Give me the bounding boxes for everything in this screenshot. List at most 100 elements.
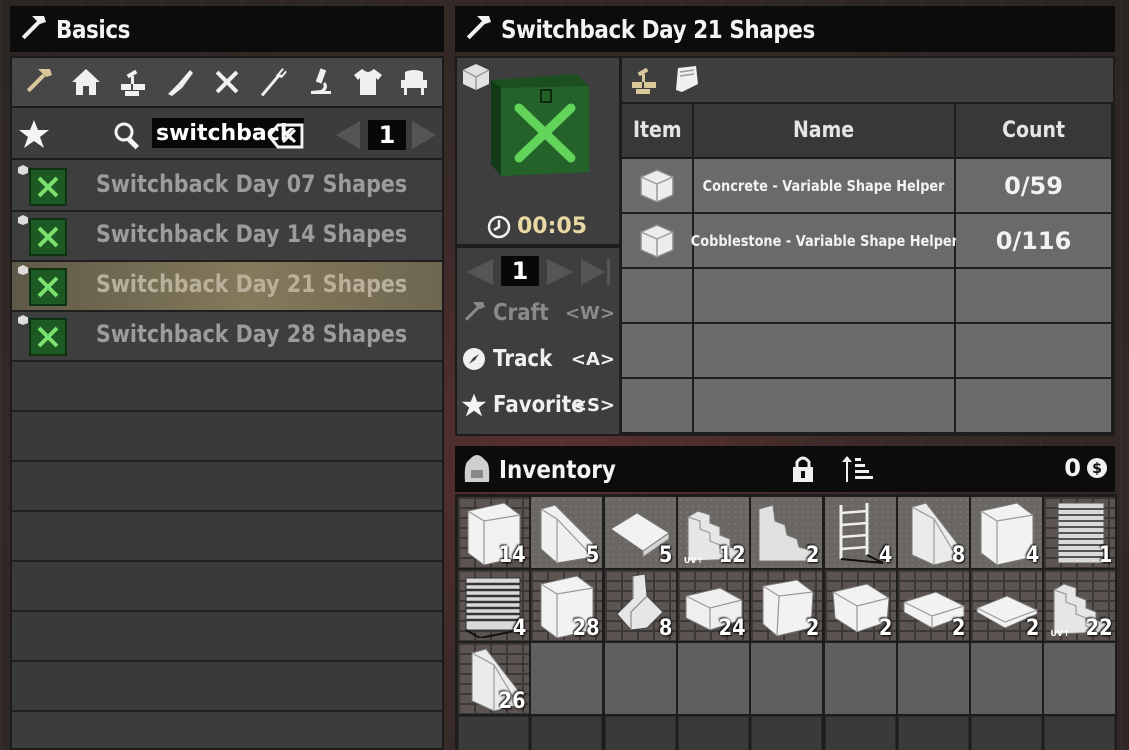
chevron-left-icon[interactable] xyxy=(465,258,495,286)
page-next-button[interactable] xyxy=(410,120,438,155)
ingredient-count: 0/59 xyxy=(1004,171,1063,200)
inventory-slot-empty[interactable] xyxy=(677,643,749,714)
inventory-slot-empty[interactable] xyxy=(531,643,603,714)
toolbelt-slot[interactable] xyxy=(677,716,749,750)
category-basics[interactable] xyxy=(19,62,59,102)
page-prev-button[interactable] xyxy=(334,120,362,155)
toolbelt-slot[interactable] xyxy=(458,716,529,750)
slot-count: 8 xyxy=(659,616,673,641)
inventory-slot[interactable]: 2 xyxy=(751,570,823,641)
recipe-label: Switchback Day 14 Shapes xyxy=(96,220,408,248)
compass-icon xyxy=(463,348,485,370)
col-count: Count xyxy=(1002,118,1065,143)
basics-header: Basics xyxy=(10,6,444,52)
coin-counter: 0 $ xyxy=(1064,454,1109,482)
craft-button[interactable]: Craft <W> xyxy=(461,294,619,332)
toolbelt-slot[interactable] xyxy=(824,716,896,750)
inventory-slot[interactable]: 5 xyxy=(531,497,603,568)
recipe-label: Switchback Day 28 Shapes xyxy=(96,320,408,348)
category-clothing[interactable] xyxy=(348,62,388,102)
quantity-value[interactable]: 1 xyxy=(501,256,539,286)
skip-to-max-icon[interactable] xyxy=(579,258,613,286)
slot-count: 4 xyxy=(1025,543,1040,568)
inventory-grid: 14 5 5 UV↑ 12 2 4 8 4 1 4 28 8 24 2 2 2 2 UV↑ 22 26 xyxy=(455,494,1117,750)
inventory-slot-empty[interactable] xyxy=(897,643,969,714)
col-name: Name xyxy=(793,118,855,143)
inventory-slot-empty[interactable] xyxy=(751,643,823,714)
inventory-slot[interactable]: 24 xyxy=(677,570,749,641)
inventory-slot-empty[interactable] xyxy=(604,643,676,714)
slot-count: 12 xyxy=(718,543,746,568)
category-food[interactable] xyxy=(254,62,294,102)
inventory-slot[interactable]: 8 xyxy=(604,570,676,641)
toolbelt-slot[interactable] xyxy=(604,716,676,750)
ingredients-table: Item Name Count Concrete - Variable Shap… xyxy=(622,104,1113,434)
craft-actions: 1 Craft <W> Track <A> Favorite <S> xyxy=(457,248,619,434)
recipe-detail-title: Switchback Day 21 Shapes xyxy=(501,14,815,44)
col-item: Item xyxy=(632,118,682,143)
toolbelt-slot[interactable] xyxy=(971,716,1043,750)
inventory-slot[interactable]: UV↑ 12 xyxy=(677,497,749,568)
category-tools[interactable] xyxy=(207,62,247,102)
inventory-slot[interactable]: 2 xyxy=(897,570,969,641)
category-bar xyxy=(12,58,442,108)
ingredient-name: Cobblestone - Variable Shape Helper xyxy=(690,231,958,250)
hammer-icon xyxy=(466,16,491,40)
cube-icon xyxy=(640,168,674,203)
inventory-slot[interactable]: 5 xyxy=(604,497,676,568)
crate-icon xyxy=(491,74,589,176)
recipe-crate-icon xyxy=(29,318,67,356)
lock-slots-button[interactable] xyxy=(788,454,818,489)
inventory-slot-empty[interactable] xyxy=(1044,643,1116,714)
inventory-slot[interactable]: 28 xyxy=(531,570,603,641)
inventory-slot[interactable]: 2 xyxy=(971,570,1043,641)
inventory-slot[interactable]: 4 xyxy=(458,570,529,641)
inventory-slot[interactable]: 14 xyxy=(458,497,529,568)
inventory-slot[interactable]: 2 xyxy=(824,570,896,641)
chevron-right-icon[interactable] xyxy=(545,258,575,286)
recipe-item[interactable]: Switchback Day 28 Shapes xyxy=(12,312,442,362)
chair-icon xyxy=(401,70,428,95)
page-number: 1 xyxy=(368,120,406,150)
slot-count: 14 xyxy=(499,543,526,568)
toolbelt-slot[interactable] xyxy=(751,716,823,750)
recipe-panel: 1 Switchback Day 07 Shapes Switchback Da… xyxy=(10,56,444,750)
recipe-crate-icon xyxy=(29,268,67,306)
inventory-slot[interactable]: 2 xyxy=(751,497,823,568)
favorites-filter[interactable] xyxy=(18,118,50,155)
category-building[interactable] xyxy=(66,62,106,102)
inventory-slot[interactable]: 26 xyxy=(458,643,529,714)
hammer-icon xyxy=(464,302,485,321)
inventory-slot-empty[interactable] xyxy=(824,643,896,714)
search-icon xyxy=(112,120,144,157)
category-resources[interactable] xyxy=(113,62,153,102)
sort-button[interactable] xyxy=(841,454,875,489)
table-row[interactable]: Concrete - Variable Shape Helper 0/59 xyxy=(622,159,1113,212)
toolbelt-slot[interactable] xyxy=(531,716,603,750)
recipe-item[interactable]: Switchback Day 14 Shapes xyxy=(12,212,442,262)
slot-count: 2 xyxy=(805,543,820,568)
ingredient-name: Concrete - Variable Shape Helper xyxy=(703,176,945,195)
inventory-slot[interactable]: 1 xyxy=(1044,497,1116,568)
recipe-item-selected[interactable]: Switchback Day 21 Shapes xyxy=(12,262,442,312)
recipe-item[interactable]: Switchback Day 07 Shapes xyxy=(12,162,442,212)
slot-count: 4 xyxy=(879,543,893,568)
category-science[interactable] xyxy=(301,62,341,102)
favorite-button[interactable]: Favorite <S> xyxy=(461,386,619,424)
category-weapons[interactable] xyxy=(160,62,200,102)
table-row[interactable]: Cobblestone - Variable Shape Helper 0/11… xyxy=(622,214,1113,267)
inventory-slot[interactable]: 4 xyxy=(824,497,896,568)
toolbelt-slot[interactable] xyxy=(1044,716,1116,750)
track-button[interactable]: Track <A> xyxy=(461,340,619,378)
toolbelt-slot[interactable] xyxy=(897,716,969,750)
recipe-empty-row xyxy=(12,612,442,662)
clear-search-button[interactable] xyxy=(267,123,304,154)
inventory-slot[interactable]: 8 xyxy=(897,497,969,568)
inventory-slot-empty[interactable] xyxy=(971,643,1043,714)
inventory-slot[interactable]: 4 xyxy=(971,497,1043,568)
category-decor[interactable] xyxy=(394,62,434,102)
table-row-empty xyxy=(622,379,1113,432)
weapon-icon xyxy=(168,70,194,96)
inventory-slot[interactable]: UV↑ 22 xyxy=(1044,570,1116,641)
recipe-empty-row xyxy=(12,362,442,412)
